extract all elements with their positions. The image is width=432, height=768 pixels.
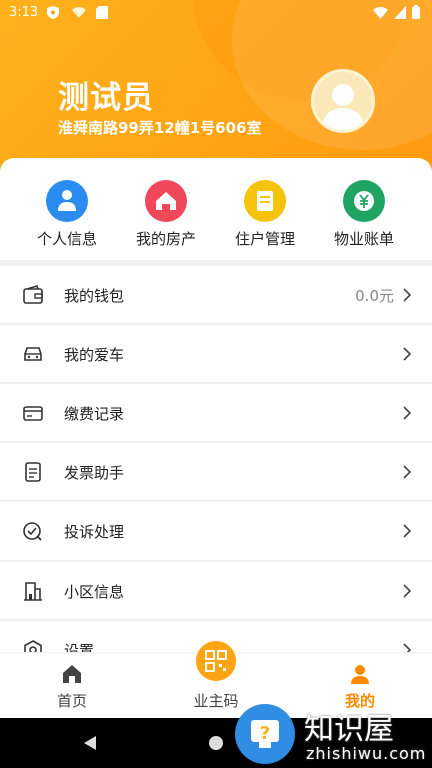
wallet-balance: 0.0元 xyxy=(355,287,394,305)
menu-item-label: 我的钱包 xyxy=(64,287,125,305)
menu-item-invoice-assistant[interactable]: 发票助手 xyxy=(0,443,432,501)
quick-action-label: 物业账单 xyxy=(333,230,394,248)
quick-action-resident-management[interactable]: 住户管理 xyxy=(220,180,310,249)
avatar[interactable] xyxy=(311,69,375,133)
chevron-right-icon xyxy=(403,347,412,361)
menu-item-label: 小区信息 xyxy=(64,583,125,601)
home-icon xyxy=(63,665,81,683)
quick-action-my-property[interactable]: 我的房产 xyxy=(121,180,211,249)
card-icon xyxy=(23,406,43,421)
menu-item-label: 缴费记录 xyxy=(64,405,125,423)
profile-icon xyxy=(351,665,369,684)
document-icon xyxy=(244,180,286,222)
user-address: 淮舜南路99弄12幢1号606室 xyxy=(58,119,262,137)
status-time: 3:13 xyxy=(9,5,39,20)
watermark-url: zhishiwu.com xyxy=(306,744,427,763)
chevron-right-icon xyxy=(403,465,412,479)
profile-header: 3:13 测试员 淮舜南路99弄12幢1号606室 xyxy=(0,0,432,180)
divider xyxy=(0,441,432,442)
quick-actions: 个人信息 我的房产 住户管理 物业账单 xyxy=(0,158,432,260)
car-icon xyxy=(24,347,42,361)
svg-text:?: ? xyxy=(260,723,270,744)
menu-item-wallet[interactable]: 我的钱包 0.0元 xyxy=(0,266,432,324)
chevron-right-icon xyxy=(403,406,412,420)
building-icon xyxy=(24,582,42,601)
wifi-off-icon xyxy=(72,7,86,18)
battery-icon xyxy=(412,5,420,19)
menu-item-label: 投诉处理 xyxy=(64,523,125,541)
menu-item-complaints[interactable]: 投诉处理 xyxy=(0,502,432,560)
sim-card-icon xyxy=(96,6,108,19)
divider xyxy=(0,382,432,383)
shield-icon xyxy=(47,6,59,19)
qrcode-icon xyxy=(205,650,227,672)
divider xyxy=(0,619,432,620)
quick-action-property-bill[interactable]: 物业账单 xyxy=(319,180,409,249)
watermark: ? 知识屋 zhishiwu.com xyxy=(234,700,432,768)
user-name: 测试员 xyxy=(58,80,154,116)
owner-code-button[interactable] xyxy=(193,638,239,684)
back-icon[interactable] xyxy=(82,735,98,751)
menu-item-payment-records[interactable]: 缴费记录 xyxy=(0,384,432,442)
quick-action-personal-info[interactable]: 个人信息 xyxy=(22,180,112,249)
complaint-icon xyxy=(23,522,42,541)
tab-home[interactable]: 首页 xyxy=(0,653,144,719)
yuan-icon xyxy=(343,180,385,222)
chevron-right-icon xyxy=(403,288,412,302)
quick-action-label: 个人信息 xyxy=(36,230,97,248)
chevron-right-icon xyxy=(403,524,412,538)
menu-item-community-info[interactable]: 小区信息 xyxy=(0,562,432,620)
menu-item-label: 发票助手 xyxy=(64,464,125,482)
person-icon xyxy=(46,180,88,222)
home-button-icon[interactable] xyxy=(208,735,224,751)
tab-label: 首页 xyxy=(56,692,87,710)
wallet-icon xyxy=(23,285,43,304)
quick-action-label: 住户管理 xyxy=(234,230,295,248)
quick-action-label: 我的房产 xyxy=(135,230,196,248)
house-icon xyxy=(145,180,187,222)
avatar-placeholder-icon xyxy=(322,84,364,130)
watermark-text: 知识屋 xyxy=(304,712,394,747)
menu-item-car[interactable]: 我的爱车 xyxy=(0,325,432,383)
status-bar: 3:13 xyxy=(0,0,432,26)
menu-item-label: 我的爱车 xyxy=(64,346,125,364)
invoice-icon xyxy=(25,462,41,482)
signal-icon xyxy=(394,5,406,19)
wifi-icon xyxy=(373,6,388,19)
chevron-right-icon xyxy=(403,584,412,598)
divider xyxy=(0,323,432,324)
divider xyxy=(0,500,432,501)
